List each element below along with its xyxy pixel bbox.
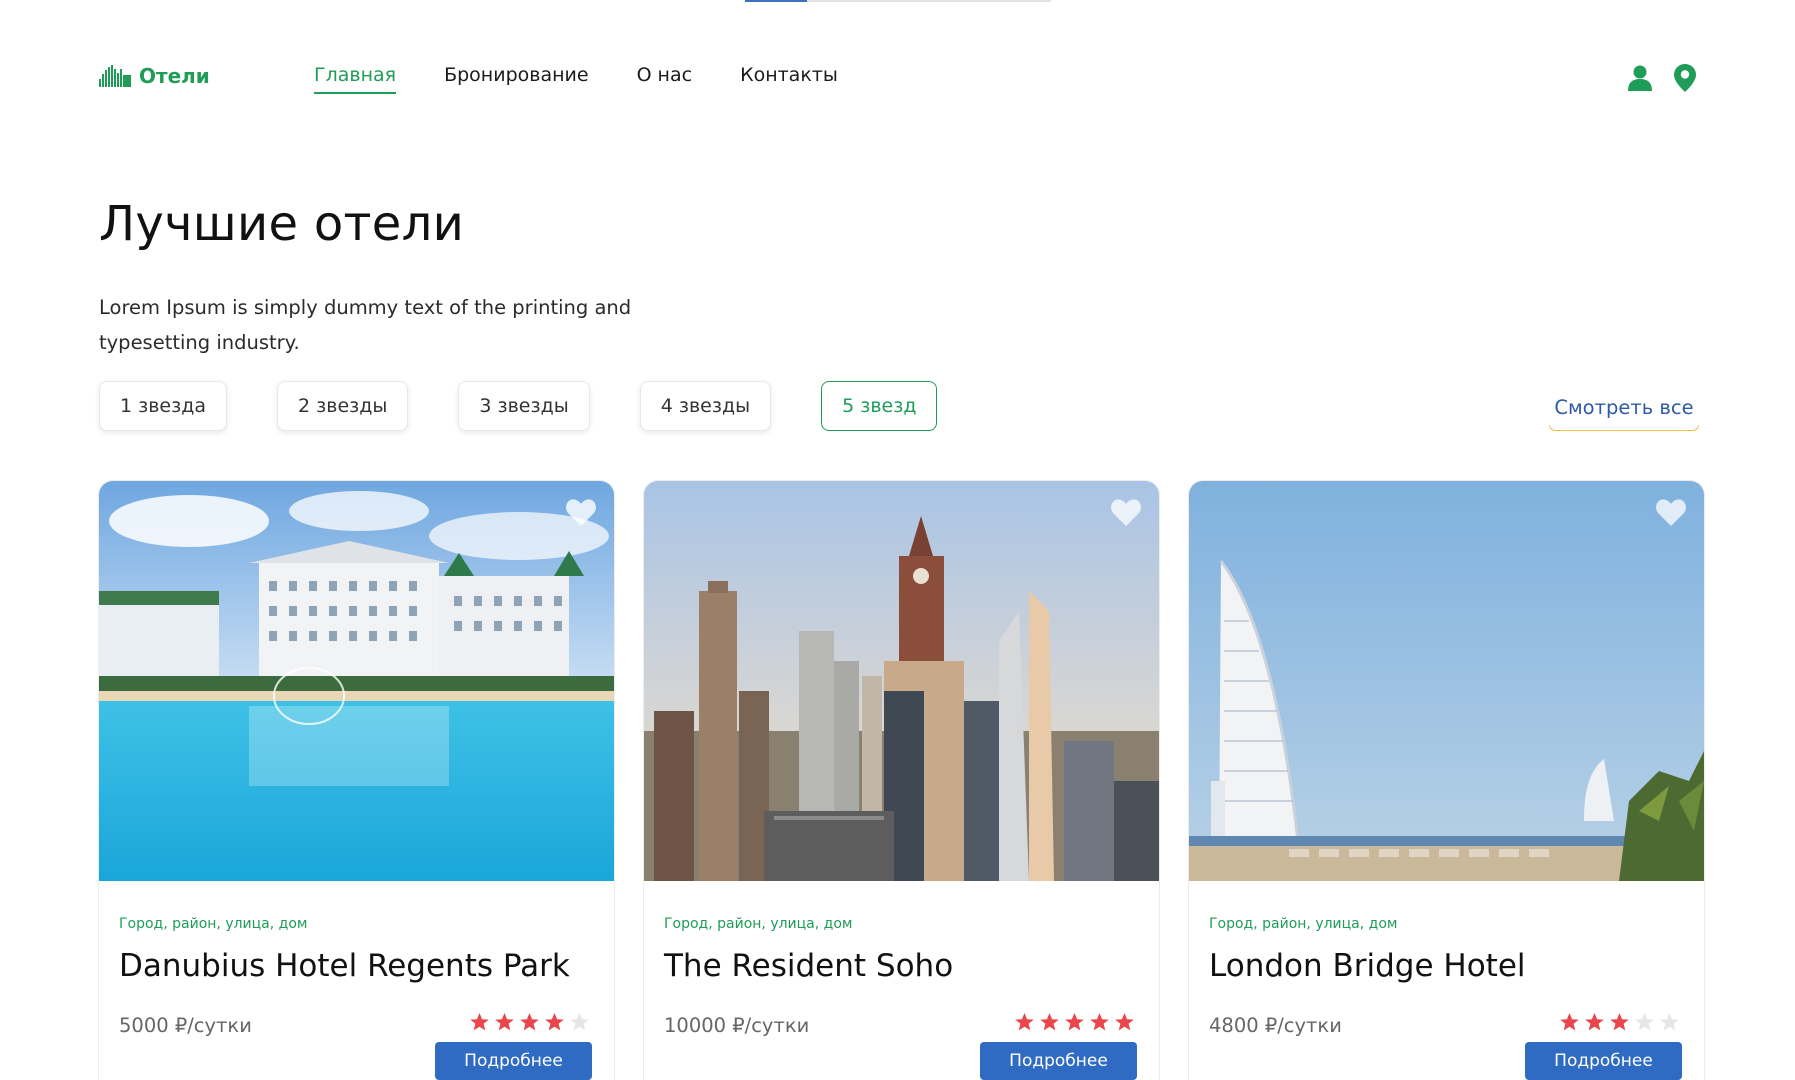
- favorite-heart-icon[interactable]: [1656, 499, 1686, 526]
- details-button[interactable]: Подробнее: [980, 1042, 1137, 1080]
- hotel-card[interactable]: Город, район, улица, дом London Bridge H…: [1189, 481, 1704, 1080]
- nav-item-about[interactable]: О нас: [637, 64, 693, 94]
- hotel-address: Город, район, улица, дом: [664, 916, 853, 932]
- logo-text: Отели: [139, 64, 210, 88]
- filter-chip-5-stars[interactable]: 5 звезд: [821, 381, 938, 431]
- filter-chip-1-star[interactable]: 1 звезда: [99, 381, 228, 431]
- star-empty-icon: [1660, 1013, 1679, 1031]
- star-filled-icon: [1115, 1013, 1134, 1031]
- hotel-name[interactable]: Danubius Hotel Regents Park: [119, 948, 570, 984]
- star-rating: [469, 1012, 590, 1032]
- star-filled-icon: [1610, 1013, 1629, 1031]
- hotel-card[interactable]: Город, район, улица, дом Danubius Hotel …: [99, 481, 614, 1080]
- hotel-cards: Город, район, улица, дом Danubius Hotel …: [99, 481, 1704, 1080]
- star-filled-icon: [495, 1013, 514, 1031]
- star-filled-icon: [520, 1013, 539, 1031]
- location-pin-icon[interactable]: [1674, 64, 1696, 92]
- page-title: Лучшие отели: [99, 196, 465, 252]
- main-nav: Главная Бронирование О нас Контакты: [314, 64, 838, 94]
- star-filters: 1 звезда 2 звезды 3 звезды 4 звезды 5 зв…: [99, 381, 938, 431]
- buildings-logo-icon: [99, 65, 131, 87]
- star-filled-icon: [1585, 1013, 1604, 1031]
- hotel-price: 4800 ₽/сутки: [1209, 1014, 1342, 1037]
- nav-item-booking[interactable]: Бронирование: [444, 64, 588, 94]
- city-skyline-photo[interactable]: [644, 481, 1159, 881]
- lead-text: Lorem Ipsum is simply dummy text of the …: [99, 296, 632, 354]
- logo[interactable]: Отели: [99, 64, 210, 88]
- filter-chip-2-stars[interactable]: 2 звезды: [277, 381, 409, 431]
- nav-item-home[interactable]: Главная: [314, 64, 397, 94]
- filter-chip-4-stars[interactable]: 4 звезды: [639, 381, 772, 431]
- star-rating: [1014, 1012, 1135, 1032]
- see-all-underline: [1549, 425, 1699, 431]
- star-filled-icon: [1560, 1013, 1579, 1031]
- star-filled-icon: [1015, 1013, 1034, 1031]
- favorite-heart-icon[interactable]: [566, 499, 596, 526]
- filter-chip-3-stars[interactable]: 3 звезды: [458, 381, 590, 431]
- nav-item-contacts[interactable]: Контакты: [740, 64, 838, 94]
- hotel-price: 10000 ₽/сутки: [664, 1014, 810, 1037]
- star-rating: [1559, 1012, 1680, 1032]
- hotel-card[interactable]: Город, район, улица, дом The Resident So…: [644, 481, 1159, 1080]
- hotel-name[interactable]: The Resident Soho: [664, 948, 953, 984]
- star-empty-icon: [1635, 1013, 1654, 1031]
- hotel-name[interactable]: London Bridge Hotel: [1209, 948, 1526, 984]
- favorite-heart-icon[interactable]: [1111, 499, 1141, 526]
- details-button[interactable]: Подробнее: [1525, 1042, 1682, 1080]
- star-filled-icon: [470, 1013, 489, 1031]
- hotel-address: Город, район, улица, дом: [1209, 916, 1398, 932]
- star-filled-icon: [1090, 1013, 1109, 1031]
- details-button[interactable]: Подробнее: [435, 1042, 592, 1080]
- hotel-price: 5000 ₽/сутки: [119, 1014, 252, 1037]
- star-empty-icon: [570, 1013, 589, 1031]
- top-scroll-indicator: [745, 0, 1051, 2]
- star-filled-icon: [545, 1013, 564, 1031]
- user-icon[interactable]: [1628, 65, 1652, 91]
- site-header: Отели Главная Бронирование О нас Контакт…: [99, 56, 1696, 102]
- star-filled-icon: [1065, 1013, 1084, 1031]
- star-filled-icon: [1040, 1013, 1059, 1031]
- see-all-link[interactable]: Смотреть все: [1549, 396, 1699, 419]
- header-icons: [1628, 64, 1696, 92]
- hotel-address: Город, район, улица, дом: [119, 916, 308, 932]
- resort-pool-photo[interactable]: [99, 481, 614, 881]
- sail-tower-photo[interactable]: [1189, 481, 1704, 881]
